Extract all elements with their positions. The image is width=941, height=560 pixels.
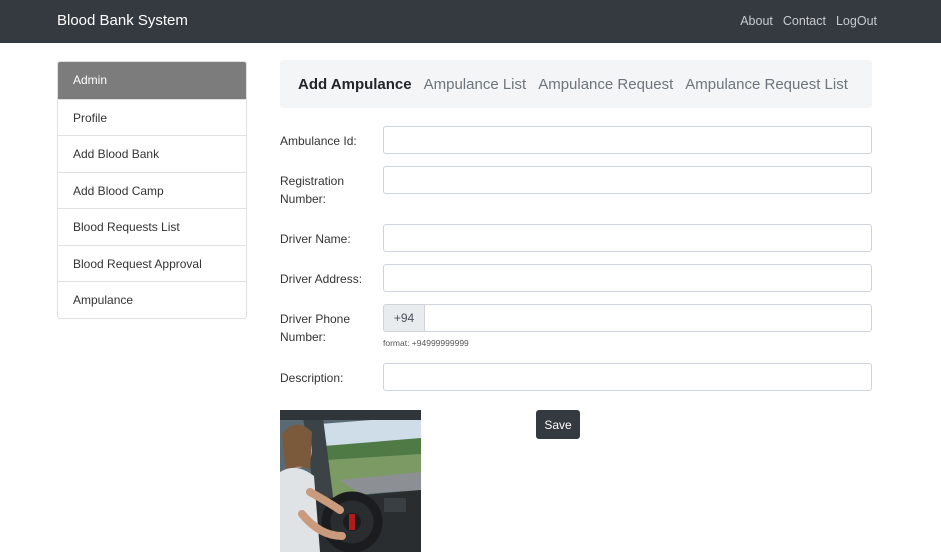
- sidebar-item-blood-request-approval[interactable]: Blood Request Approval: [58, 244, 246, 281]
- tab-ampulance-request[interactable]: Ampulance Request: [538, 76, 673, 93]
- phone-prefix-addon: +94: [383, 304, 424, 332]
- sidebar-item-ampulance[interactable]: Ampulance: [58, 281, 246, 318]
- nav-contact-link[interactable]: Contact: [783, 14, 826, 28]
- ambulance-driver-photo: [280, 410, 421, 552]
- sidebar-item-blood-requests-list[interactable]: Blood Requests List: [58, 208, 246, 245]
- driver-address-label: Driver Address:: [280, 272, 363, 286]
- sidebar-item-add-blood-bank[interactable]: Add Blood Bank: [58, 135, 246, 172]
- tab-ampulance-list[interactable]: Ampulance List: [424, 76, 527, 93]
- tab-bar: Add Ampulance Ampulance List Ampulance R…: [280, 60, 872, 108]
- phone-format-hint: format: +94999999999: [383, 338, 469, 348]
- tab-ampulance-request-list[interactable]: Ampulance Request List: [685, 76, 848, 93]
- nav-links: About Contact LogOut: [740, 14, 877, 28]
- nav-about-link[interactable]: About: [740, 14, 773, 28]
- driver-name-label: Driver Name:: [280, 232, 351, 246]
- driver-phone-label: Driver Phone Number:: [280, 312, 351, 344]
- description-input[interactable]: [383, 363, 872, 391]
- description-label: Description:: [280, 371, 344, 385]
- driver-name-input[interactable]: [383, 224, 872, 252]
- driver-phone-input[interactable]: [424, 304, 872, 332]
- ambulance-id-input[interactable]: [383, 126, 872, 154]
- ambulance-id-label: Ambulance Id:: [280, 134, 357, 148]
- registration-number-label: Registration Number:: [280, 174, 345, 206]
- sidebar-menu: Admin Profile Add Blood Bank Add Blood C…: [57, 61, 247, 319]
- registration-number-input[interactable]: [383, 166, 872, 194]
- tab-add-ampulance[interactable]: Add Ampulance: [298, 76, 412, 93]
- sidebar-item-add-blood-camp[interactable]: Add Blood Camp: [58, 171, 246, 208]
- top-navbar: Blood Bank System About Contact LogOut: [0, 0, 941, 43]
- nav-logout-link[interactable]: LogOut: [836, 14, 877, 28]
- brand-title[interactable]: Blood Bank System: [57, 12, 188, 29]
- driver-address-input[interactable]: [383, 264, 872, 292]
- save-button[interactable]: Save: [536, 410, 580, 439]
- sidebar-item-profile[interactable]: Profile: [58, 98, 246, 135]
- sidebar-item-admin[interactable]: Admin: [58, 62, 246, 99]
